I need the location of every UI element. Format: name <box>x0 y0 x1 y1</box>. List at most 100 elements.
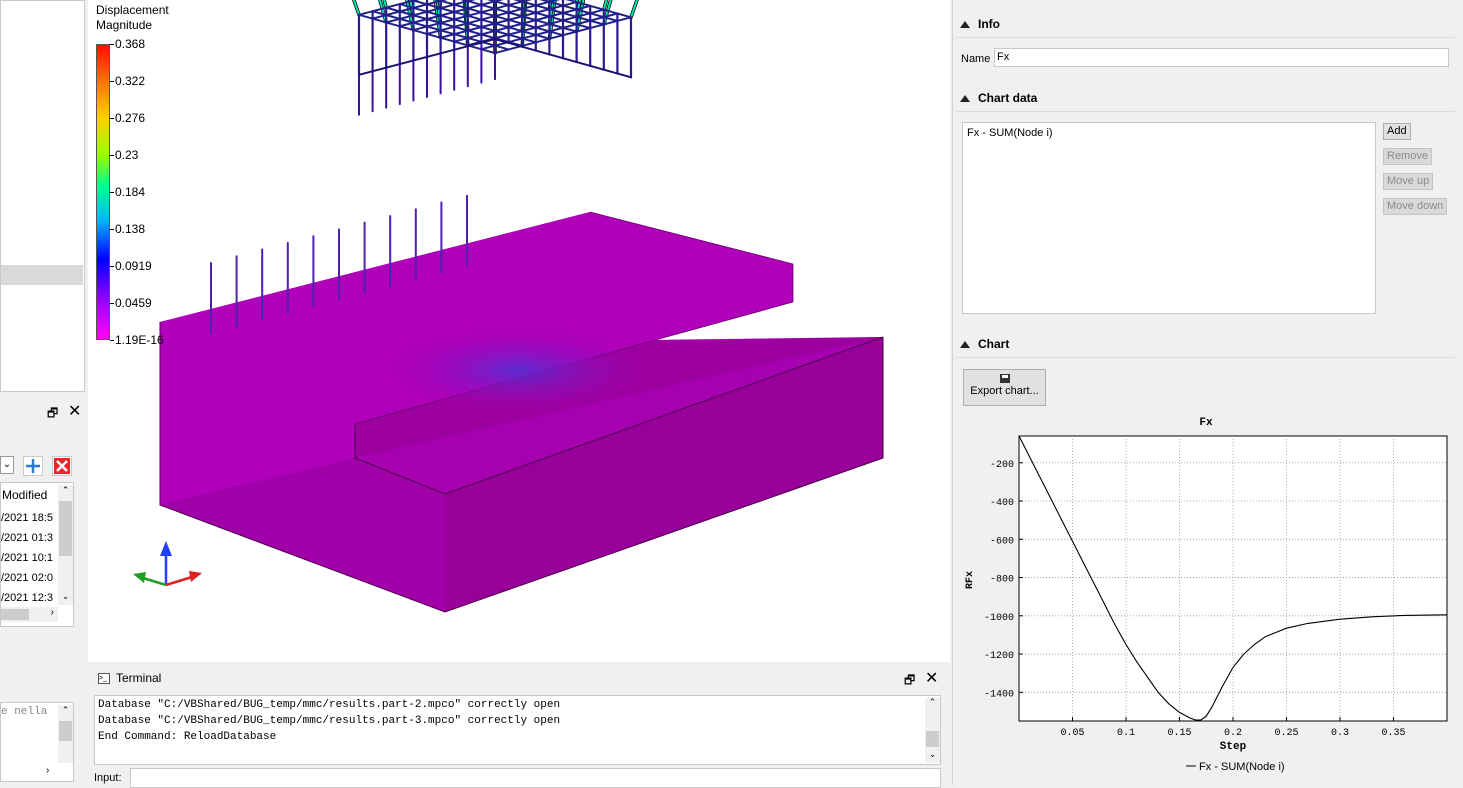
list-item[interactable]: /2021 02:0 <box>1 572 53 584</box>
legend-tick-mark <box>110 118 114 119</box>
legend-tick-label: 1.19E-16 <box>115 333 164 347</box>
legend-tick-mark <box>110 155 114 156</box>
add-button[interactable]: Add <box>1383 123 1411 140</box>
column-header-modified[interactable]: Modified <box>2 488 47 502</box>
vertical-scrollbar[interactable]: ⌃ ⌄ <box>58 485 73 605</box>
scroll-up-icon[interactable]: ⌃ <box>58 705 73 719</box>
dropdown-chevron-icon[interactable]: ⌄ <box>0 456 14 474</box>
x-axis-label: Step <box>1220 741 1247 753</box>
y-tick-label: -1200 <box>984 651 1014 662</box>
legend-tick-label: 0.0459 <box>115 296 152 310</box>
move-up-button[interactable]: Move up <box>1383 173 1434 190</box>
x-tick-label: 0.15 <box>1167 728 1191 739</box>
legend-tick-mark <box>110 340 114 341</box>
close-icon[interactable]: ✕ <box>68 401 81 421</box>
line-chart[interactable]: Fx Step RFx 0.05 0.1 0.15 0.2 0.25 0.3 0.35 -20… <box>960 410 1460 780</box>
legend-tick-label: 0.0919 <box>115 259 152 273</box>
chart-label: Chart <box>978 337 1010 351</box>
legend-tick-mark <box>110 303 114 304</box>
terminal-output[interactable]: Database "C:/VBShared/BUG_temp/mmc/resul… <box>94 695 941 765</box>
list-item[interactable]: /2021 01:3 <box>1 532 53 544</box>
move-down-button[interactable]: Move down <box>1383 198 1448 215</box>
x-tick-label: 0.25 <box>1274 728 1298 739</box>
terminal-dock: >_ Terminal 🗗 ✕ Database "C:/VBShared/BU… <box>92 667 944 788</box>
x-tick-label: 0.1 <box>1117 728 1135 739</box>
export-label: Export chart... <box>970 385 1039 397</box>
close-icon[interactable]: ✕ <box>925 668 938 688</box>
info-section-header[interactable]: Info <box>960 17 1000 31</box>
viewport-3d[interactable]: Displacement Magnitude 0.368 0.322 0.276 0.… <box>88 0 950 662</box>
chart-plot-area: 0.05 0.1 0.15 0.2 0.25 0.3 0.35 -200 -400 -600 -80… <box>984 435 1448 739</box>
scroll-up-icon[interactable]: ⌃ <box>925 697 940 711</box>
terminal-line: Database "C:/VBShared/BUG_temp/mmc/resul… <box>98 699 561 711</box>
notes-text[interactable]: e nella <box>1 706 47 718</box>
chart-section-header[interactable]: Chart <box>960 337 1009 351</box>
name-value: Fx <box>997 51 1010 63</box>
scroll-down-icon[interactable]: ⌄ <box>58 591 73 605</box>
frame-member <box>352 0 360 16</box>
name-field[interactable]: Fx <box>994 48 1449 67</box>
save-icon <box>999 374 1010 383</box>
terminal-scrollbar[interactable]: ⌃ ⌄ <box>925 697 940 763</box>
horizontal-scrollbar[interactable]: › <box>1 607 58 622</box>
list-item[interactable]: /2021 12:3 <box>1 592 53 604</box>
file-list: Modified /2021 18:5 /2021 01:3 /2021 10:… <box>0 482 74 627</box>
terminal-line: Database "C:/VBShared/BUG_temp/mmc/resul… <box>98 715 561 727</box>
chart-data-label: Chart data <box>978 91 1038 105</box>
legend-tick-label: 0.23 <box>115 148 139 162</box>
remove-button[interactable]: Remove <box>1383 148 1432 165</box>
legend-tick-label: 0.368 <box>115 37 146 51</box>
scroll-thumb[interactable] <box>59 721 72 741</box>
legend-title-1: Displacement <box>96 3 169 17</box>
terminal-input[interactable] <box>130 768 941 788</box>
model-view[interactable] <box>88 0 950 662</box>
terminal-title: Terminal <box>116 671 162 685</box>
legend-tick-label: 0.184 <box>115 185 146 199</box>
notes-vscrollbar[interactable]: ⌃ <box>58 705 73 763</box>
x-tick-label: 0.2 <box>1224 728 1242 739</box>
legend-tick-mark <box>110 229 114 230</box>
name-label: Name <box>961 53 991 65</box>
terminal-icon: >_ <box>98 673 110 684</box>
hscroll-thumb[interactable] <box>1 609 29 620</box>
info-label: Info <box>978 17 1000 31</box>
legend-tick-mark <box>110 44 114 45</box>
divider <box>956 111 1455 112</box>
collapse-triangle-icon <box>960 21 970 28</box>
scroll-right-icon[interactable]: › <box>46 765 49 776</box>
selected-row[interactable] <box>1 265 83 285</box>
restore-icon[interactable]: 🗗 <box>904 671 915 692</box>
chart-data-section-header[interactable]: Chart data <box>960 91 1037 105</box>
axis-triad <box>133 541 202 587</box>
delete-icon[interactable] <box>52 456 72 476</box>
scroll-down-icon[interactable]: ⌄ <box>925 749 940 763</box>
scroll-thumb[interactable] <box>926 731 939 747</box>
legend-tick-mark <box>110 266 114 267</box>
collapse-triangle-icon <box>960 341 970 348</box>
legend-tick-label: 0.276 <box>115 111 146 125</box>
legend-tick-label: 0.138 <box>115 222 146 236</box>
list-item[interactable]: /2021 18:5 <box>1 512 53 524</box>
legend-title-2: Magnitude <box>96 18 153 32</box>
chart-title: Fx <box>1199 417 1213 429</box>
y-tick-label: -1000 <box>984 613 1014 624</box>
divider <box>956 37 1455 38</box>
collapse-triangle-icon <box>960 95 970 102</box>
input-label: Input: <box>94 772 122 784</box>
y-axis-label: RFx <box>965 571 976 589</box>
x-tick-label: 0.05 <box>1060 728 1084 739</box>
restore-icon[interactable]: 🗗 <box>47 404 58 425</box>
terminal-line: End Command: ReloadDatabase <box>98 731 277 743</box>
list-item[interactable]: Fx - SUM(Node i) <box>967 127 1053 139</box>
export-chart-button[interactable]: Export chart... <box>963 369 1046 406</box>
y-tick-label: -800 <box>990 575 1014 586</box>
list-item[interactable]: /2021 10:1 <box>1 552 53 564</box>
legend-tick-mark <box>110 81 114 82</box>
chart-data-list[interactable]: Fx - SUM(Node i) <box>962 122 1376 314</box>
scroll-right-icon[interactable]: › <box>51 607 54 618</box>
left-dock-header: 🗗 ✕ <box>0 400 86 422</box>
scroll-thumb[interactable] <box>59 501 72 556</box>
scroll-up-icon[interactable]: ⌃ <box>58 485 73 499</box>
y-tick-label: -1400 <box>984 689 1014 700</box>
add-icon[interactable] <box>23 456 43 476</box>
